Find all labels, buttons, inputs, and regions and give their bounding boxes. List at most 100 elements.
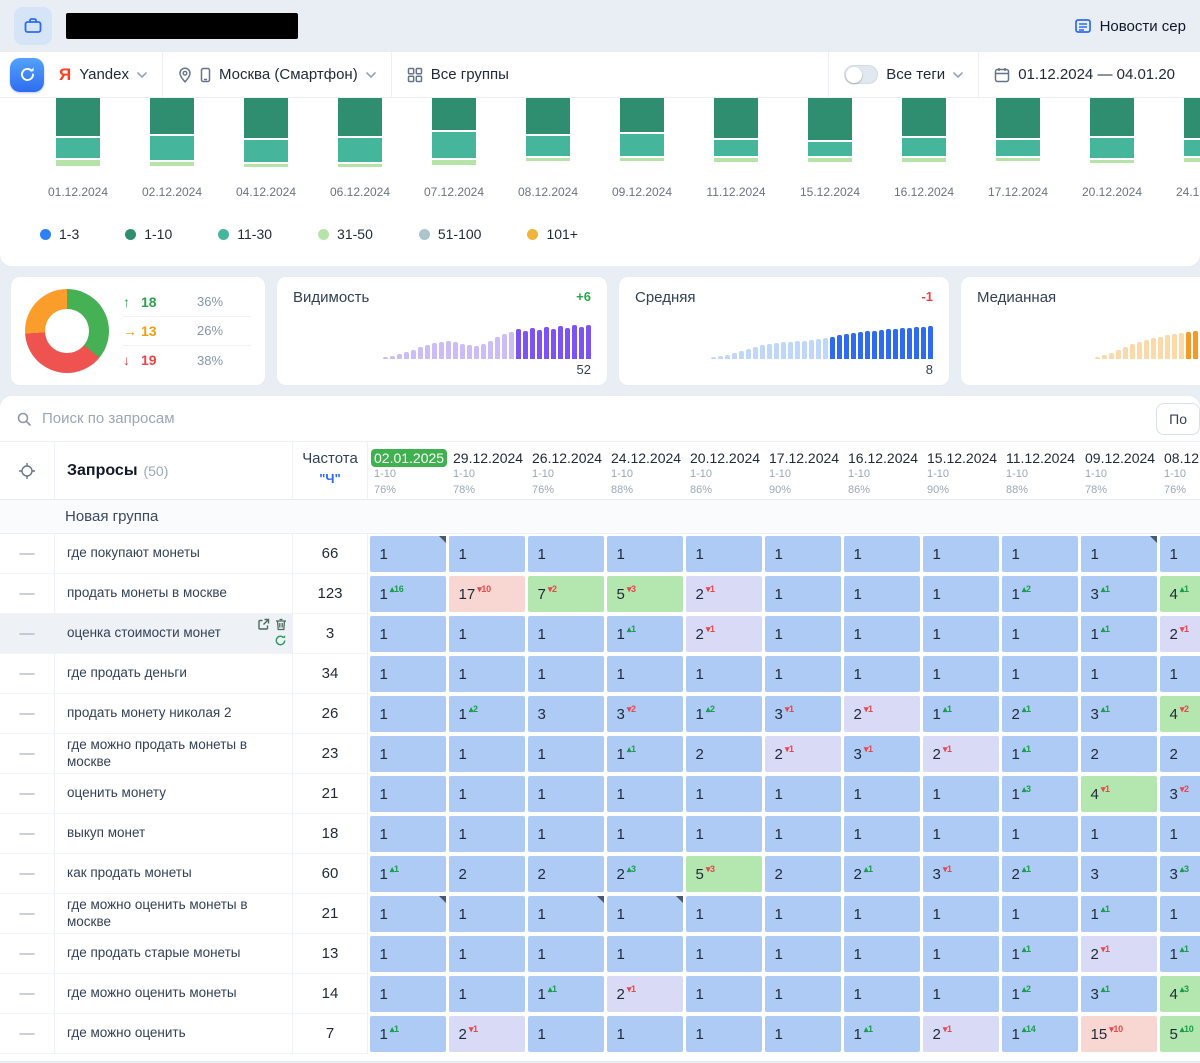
position-cell[interactable]: 1 ▴2 — [685, 696, 762, 732]
target-column-header[interactable] — [0, 442, 55, 499]
position-cell[interactable]: 4 ▴1 — [1159, 576, 1200, 612]
query-cell[interactable]: где можно продать монеты в москве — [55, 734, 293, 774]
position-cell[interactable]: 1 — [764, 776, 841, 812]
position-cell[interactable]: 2 ▾1 — [922, 736, 999, 772]
frequency-column-header[interactable]: Частота "Ч" — [293, 442, 368, 499]
position-cell[interactable]: 1 — [685, 1016, 762, 1052]
position-cell[interactable]: 1 — [448, 776, 525, 812]
open-in-serp-icon[interactable] — [257, 618, 270, 631]
position-cell[interactable]: 2 ▾1 — [606, 976, 683, 1012]
position-cell[interactable]: 3 ▾1 — [764, 696, 841, 732]
position-cell[interactable]: 1 — [527, 656, 604, 692]
position-cell[interactable]: 1 ▴1 — [369, 1016, 446, 1052]
position-cell[interactable]: 1 — [448, 736, 525, 772]
position-cell[interactable]: 2 ▾1 — [685, 576, 762, 612]
position-cell[interactable]: 1 — [606, 896, 683, 932]
legend-item-1-10[interactable]: 1-10 — [125, 226, 172, 242]
position-cell[interactable]: 1 ▴1 — [843, 1016, 920, 1052]
position-cell[interactable]: 1 — [369, 776, 446, 812]
position-cell[interactable]: 1 — [369, 656, 446, 692]
chart-bar[interactable] — [338, 98, 382, 167]
tags-toggle[interactable] — [844, 65, 879, 84]
position-cell[interactable]: 1 — [843, 816, 920, 852]
position-cell[interactable]: 1 — [922, 656, 999, 692]
position-cell[interactable]: 2 ▴1 — [1001, 696, 1078, 732]
position-cell[interactable]: 1 ▴2 — [1001, 976, 1078, 1012]
position-cell[interactable]: 1 ▴1 — [1080, 616, 1157, 652]
position-cell[interactable]: 1 — [685, 896, 762, 932]
refresh-button[interactable] — [10, 57, 44, 92]
position-cell[interactable]: 1 — [922, 816, 999, 852]
query-cell[interactable]: где продать деньги — [55, 654, 293, 694]
position-cell[interactable]: 1 — [369, 816, 446, 852]
position-cell[interactable]: 1 — [606, 936, 683, 972]
position-cell[interactable]: 3 ▾2 — [606, 696, 683, 732]
legend-item-1-3[interactable]: 1-3 — [40, 226, 79, 242]
position-cell[interactable]: 1 — [922, 776, 999, 812]
position-cell[interactable]: 1 — [1080, 816, 1157, 852]
row-drag-handle[interactable]: — — [0, 854, 55, 894]
search-engine-select[interactable]: Я Yandex — [44, 52, 162, 97]
position-cell[interactable]: 1 — [685, 776, 762, 812]
position-cell[interactable]: 1 — [685, 976, 762, 1012]
position-cell[interactable]: 1 — [448, 976, 525, 1012]
position-cell[interactable]: 1 ▴1 — [1159, 936, 1200, 972]
position-cell[interactable]: 1 — [1159, 896, 1200, 932]
position-cell[interactable]: 1 — [843, 936, 920, 972]
legend-item-31-50[interactable]: 31-50 — [318, 226, 373, 242]
position-cell[interactable]: 1 ▴1 — [369, 856, 446, 892]
position-cell[interactable]: 3 ▾1 — [922, 856, 999, 892]
position-cell[interactable]: 1 — [685, 656, 762, 692]
row-drag-handle[interactable]: — — [0, 734, 55, 774]
query-cell[interactable]: как продать монеты — [55, 854, 293, 894]
position-cell[interactable]: 1 ▴14 — [1001, 1016, 1078, 1052]
column-header-16.12.2024[interactable]: 16.12.2024 1-10 86% — [842, 442, 921, 499]
position-cell[interactable]: 1 ▴2 — [1001, 576, 1078, 612]
position-cell[interactable]: 1 — [764, 576, 841, 612]
delete-query-icon[interactable] — [275, 618, 287, 631]
chart-bar[interactable] — [526, 98, 570, 161]
chart-bar[interactable] — [714, 98, 758, 162]
position-cell[interactable]: 1 ▴2 — [448, 696, 525, 732]
row-drag-handle[interactable]: — — [0, 534, 55, 574]
position-cell[interactable]: 2 ▾1 — [448, 1016, 525, 1052]
position-cell[interactable]: 1 — [1001, 896, 1078, 932]
position-cell[interactable]: 1 ▴1 — [606, 616, 683, 652]
position-cell[interactable]: 1 — [843, 896, 920, 932]
position-cell[interactable]: 3 ▾1 — [843, 736, 920, 772]
position-cell[interactable]: 1 — [448, 616, 525, 652]
position-cell[interactable]: 1 — [764, 616, 841, 652]
position-cell[interactable]: 1 — [764, 936, 841, 972]
position-cell[interactable]: 2 ▾1 — [1080, 936, 1157, 972]
queries-column-header[interactable]: Запросы (50) — [55, 442, 293, 499]
position-cell[interactable]: 1 — [448, 896, 525, 932]
chart-bar[interactable] — [56, 98, 100, 166]
position-cell[interactable]: 1 — [685, 536, 762, 572]
position-cell[interactable]: 2 ▾1 — [843, 696, 920, 732]
legend-item-11-30[interactable]: 11-30 — [218, 226, 272, 242]
row-drag-handle[interactable]: — — [0, 694, 55, 734]
column-header-11.12.2024[interactable]: 11.12.2024 1-10 88% — [1000, 442, 1079, 499]
column-header-20.12.2024[interactable]: 20.12.2024 1-10 86% — [684, 442, 763, 499]
position-cell[interactable]: 1 — [685, 936, 762, 972]
legend-item-51-100[interactable]: 51-100 — [418, 226, 481, 242]
position-cell[interactable]: 3 — [1080, 856, 1157, 892]
column-header-02.01.2025[interactable]: 02.01.2025 1-10 76% — [368, 442, 448, 499]
position-cell[interactable]: 1 ▴16 — [369, 576, 446, 612]
query-cell[interactable]: оценка стоимости монет — [55, 614, 293, 654]
search-input[interactable] — [42, 410, 1147, 427]
column-header-26.12.2024[interactable]: 26.12.2024 1-10 76% — [526, 442, 605, 499]
position-cell[interactable]: 1 — [606, 536, 683, 572]
position-cell[interactable]: 1 — [922, 616, 999, 652]
projects-icon[interactable] — [14, 7, 52, 45]
date-range-picker[interactable]: 01.12.2024 — 04.01.20 — [979, 52, 1190, 97]
position-cell[interactable]: 3 ▴1 — [1080, 976, 1157, 1012]
position-cell[interactable]: 2 ▴3 — [606, 856, 683, 892]
position-cell[interactable]: 3 ▴1 — [1080, 576, 1157, 612]
position-cell[interactable]: 4 ▾2 — [1159, 696, 1200, 732]
position-cell[interactable]: 1 — [922, 936, 999, 972]
region-select[interactable]: Москва (Смартфон) — [163, 52, 391, 97]
position-cell[interactable]: 2 — [527, 856, 604, 892]
query-cell[interactable]: продать монету николая 2 — [55, 694, 293, 734]
chart-bar[interactable] — [432, 98, 476, 165]
